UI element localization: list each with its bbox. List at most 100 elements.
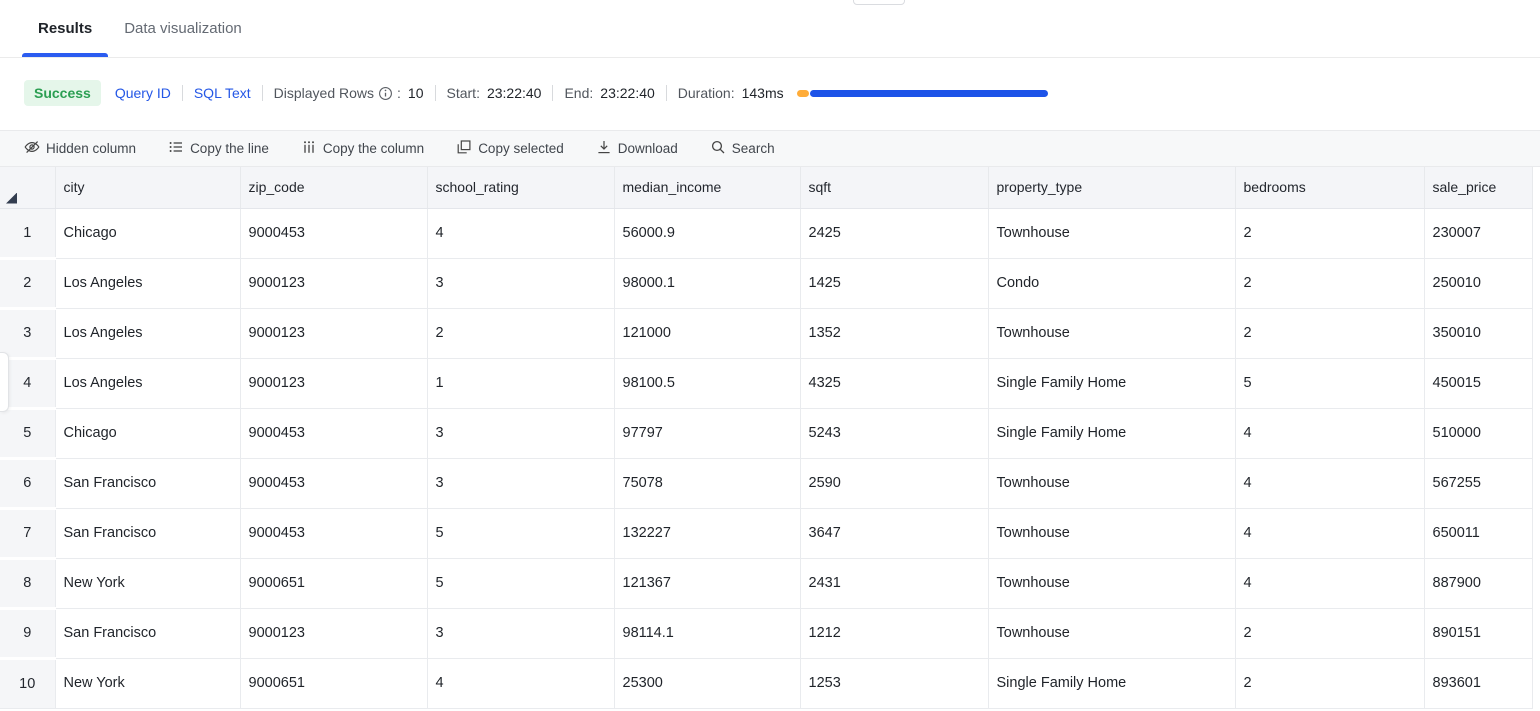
cell[interactable]: 9000453 [240,408,427,458]
select-all-corner[interactable] [0,167,55,208]
cell[interactable]: 250010 [1424,258,1532,308]
cell[interactable]: 5 [1235,358,1424,408]
copy-line-button[interactable]: Copy the line [168,139,269,158]
tab-results[interactable]: Results [22,0,108,57]
cell[interactable]: 56000.9 [614,208,800,258]
cell[interactable]: New York [55,558,240,608]
row-number[interactable]: 3 [0,308,55,358]
cell[interactable]: 4 [1235,508,1424,558]
sidebar-collapse-handle[interactable] [0,352,9,412]
cell[interactable]: 4 [427,658,614,708]
cell[interactable]: 121000 [614,308,800,358]
cell[interactable]: 1253 [800,658,988,708]
row-number[interactable]: 1 [0,208,55,258]
cell[interactable]: 5 [427,508,614,558]
cell[interactable]: 2 [1235,658,1424,708]
cell[interactable]: Chicago [55,208,240,258]
cell[interactable]: 4 [1235,558,1424,608]
cell[interactable]: 121367 [614,558,800,608]
cell[interactable]: Townhouse [988,508,1235,558]
cell[interactable]: 97797 [614,408,800,458]
cell[interactable]: 1425 [800,258,988,308]
cell[interactable]: Single Family Home [988,358,1235,408]
cell[interactable]: 9000453 [240,208,427,258]
cell[interactable]: Townhouse [988,608,1235,658]
cell[interactable]: San Francisco [55,608,240,658]
cell[interactable]: 887900 [1424,558,1532,608]
cell[interactable]: 2 [1235,258,1424,308]
cell[interactable]: Condo [988,258,1235,308]
column-header-school_rating[interactable]: school_rating [427,167,614,208]
copy-column-button[interactable]: Copy the column [301,139,424,158]
cell[interactable]: 2425 [800,208,988,258]
column-header-city[interactable]: city [55,167,240,208]
row-number[interactable]: 6 [0,458,55,508]
cell[interactable]: 510000 [1424,408,1532,458]
column-header-bedrooms[interactable]: bedrooms [1235,167,1424,208]
cell[interactable]: 3 [427,458,614,508]
cell[interactable]: 9000123 [240,308,427,358]
cell[interactable]: 3 [427,258,614,308]
cell[interactable]: 2590 [800,458,988,508]
column-header-sale_price[interactable]: sale_price [1424,167,1532,208]
cell[interactable]: 98114.1 [614,608,800,658]
cell[interactable]: 4 [427,208,614,258]
cell[interactable]: 2 [427,308,614,358]
cell[interactable]: Townhouse [988,308,1235,358]
cell[interactable]: Chicago [55,408,240,458]
row-number[interactable]: 2 [0,258,55,308]
download-button[interactable]: Download [596,139,678,158]
row-number[interactable]: 9 [0,608,55,658]
cell[interactable]: 98000.1 [614,258,800,308]
column-header-sqft[interactable]: sqft [800,167,988,208]
clipped-top-button[interactable] [853,0,905,5]
cell[interactable]: 3 [427,608,614,658]
tab-data-visualization[interactable]: Data visualization [108,0,258,57]
cell[interactable]: Single Family Home [988,658,1235,708]
cell[interactable]: 2 [1235,208,1424,258]
copy-selected-button[interactable]: Copy selected [456,139,564,158]
cell[interactable]: 230007 [1424,208,1532,258]
column-header-zip_code[interactable]: zip_code [240,167,427,208]
cell[interactable]: San Francisco [55,458,240,508]
cell[interactable]: Single Family Home [988,408,1235,458]
info-icon[interactable] [378,86,393,101]
cell[interactable]: 3 [427,408,614,458]
column-header-property_type[interactable]: property_type [988,167,1235,208]
cell[interactable]: 4 [1235,458,1424,508]
cell[interactable]: Townhouse [988,558,1235,608]
cell[interactable]: 5243 [800,408,988,458]
cell[interactable]: New York [55,658,240,708]
search-button[interactable]: Search [710,139,775,158]
cell[interactable]: 75078 [614,458,800,508]
cell[interactable]: 350010 [1424,308,1532,358]
cell[interactable]: 1 [427,358,614,408]
cell[interactable]: Townhouse [988,458,1235,508]
cell[interactable]: 9000123 [240,608,427,658]
cell[interactable]: 9000453 [240,458,427,508]
query-id-link[interactable]: Query ID [115,85,171,101]
cell[interactable]: 2 [1235,608,1424,658]
cell[interactable]: 893601 [1424,658,1532,708]
cell[interactable]: 9000651 [240,558,427,608]
cell[interactable]: 4325 [800,358,988,408]
cell[interactable]: 1352 [800,308,988,358]
cell[interactable]: San Francisco [55,508,240,558]
row-number[interactable]: 5 [0,408,55,458]
cell[interactable]: 9000123 [240,358,427,408]
cell[interactable]: 98100.5 [614,358,800,408]
hidden-column-button[interactable]: Hidden column [24,139,136,158]
cell[interactable]: 5 [427,558,614,608]
cell[interactable]: Townhouse [988,208,1235,258]
cell[interactable]: 450015 [1424,358,1532,408]
cell[interactable]: 3647 [800,508,988,558]
cell[interactable]: 25300 [614,658,800,708]
cell[interactable]: 132227 [614,508,800,558]
cell[interactable]: 9000123 [240,258,427,308]
cell[interactable]: 890151 [1424,608,1532,658]
cell[interactable]: 2 [1235,308,1424,358]
row-number[interactable]: 8 [0,558,55,608]
cell[interactable]: Los Angeles [55,258,240,308]
cell[interactable]: 650011 [1424,508,1532,558]
cell[interactable]: 1212 [800,608,988,658]
